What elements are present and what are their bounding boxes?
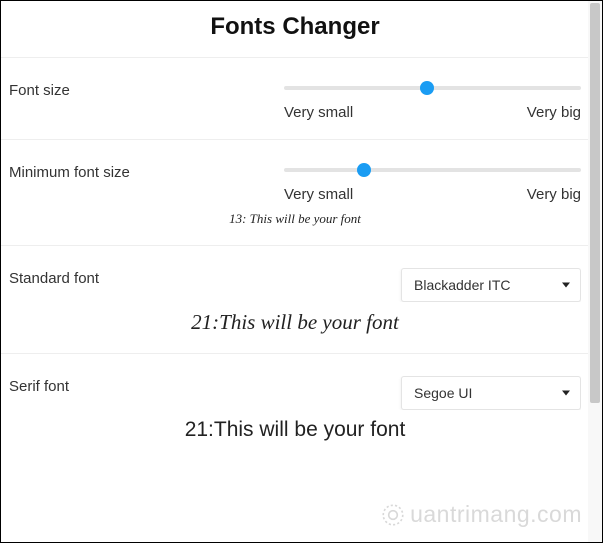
min-font-size-slider-thumb[interactable] (357, 163, 371, 177)
caret-down-icon (562, 283, 570, 288)
section-standard-font: Standard font Blackadder ITC 21:This wil… (1, 245, 589, 353)
font-size-min-label: Very small (284, 104, 353, 121)
standard-font-select[interactable]: Blackadder ITC (401, 268, 581, 302)
scrollbar-thumb[interactable] (590, 3, 600, 403)
standard-font-preview: 21:This will be your font (9, 310, 581, 335)
section-min-font-size: Minimum font size Very small Very big 13… (1, 139, 589, 245)
label-min-font-size: Minimum font size (9, 162, 284, 181)
label-font-size: Font size (9, 80, 284, 99)
min-font-size-preview: 13: This will be your font (9, 211, 581, 227)
vertical-scrollbar[interactable] (588, 1, 602, 542)
min-font-size-max-label: Very big (527, 186, 581, 203)
serif-font-preview: 21:This will be your font (9, 418, 581, 442)
standard-font-value: Blackadder ITC (414, 277, 510, 293)
section-serif-font: Serif font Segoe UI 21:This will be your… (1, 353, 589, 460)
serif-font-value: Segoe UI (414, 385, 472, 401)
font-size-max-label: Very big (527, 104, 581, 121)
font-size-slider-thumb[interactable] (420, 81, 434, 95)
min-font-size-min-label: Very small (284, 186, 353, 203)
page-title: Fonts Changer (1, 1, 589, 57)
caret-down-icon (562, 391, 570, 396)
serif-font-select[interactable]: Segoe UI (401, 376, 581, 410)
min-font-size-slider[interactable] (284, 168, 581, 172)
label-serif-font: Serif font (9, 376, 284, 395)
label-standard-font: Standard font (9, 268, 284, 287)
font-size-slider[interactable] (284, 86, 581, 90)
section-font-size: Font size Very small Very big (1, 57, 589, 139)
